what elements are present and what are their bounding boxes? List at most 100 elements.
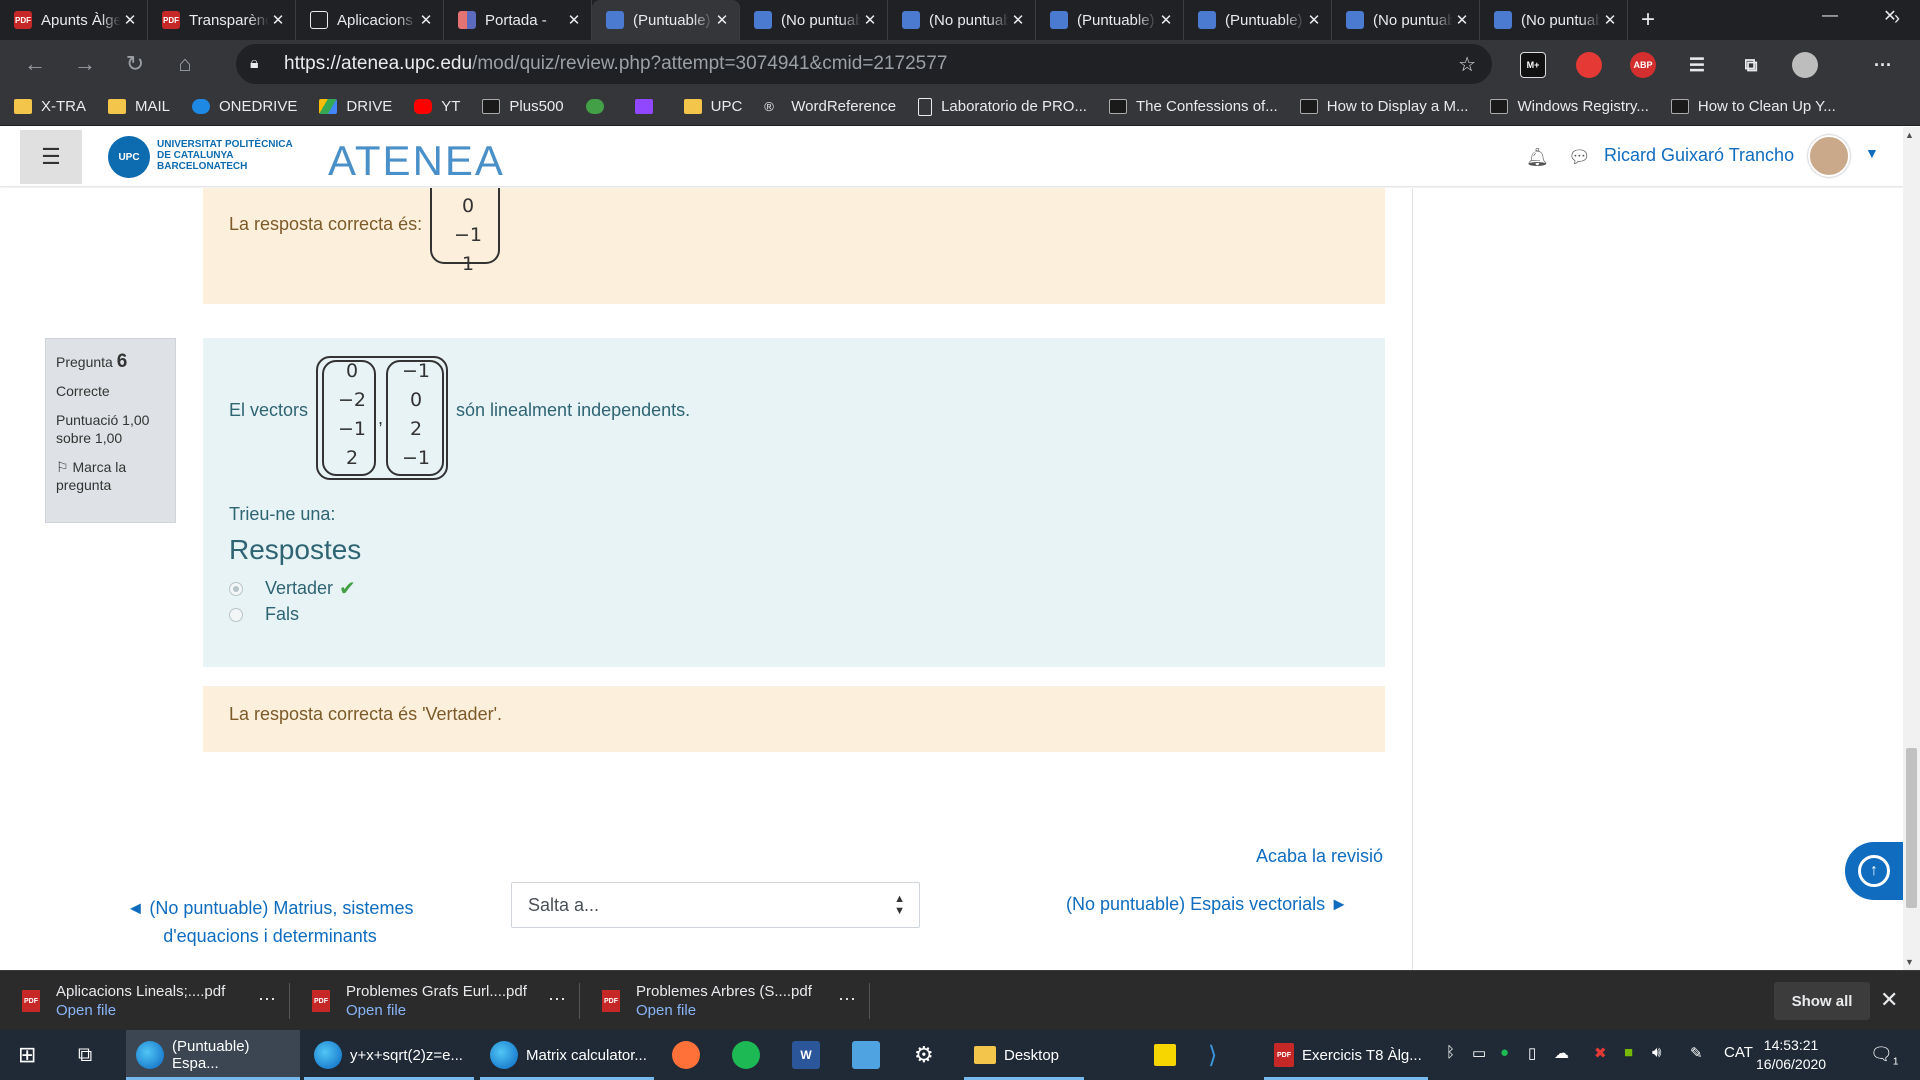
- open-file-link[interactable]: Open file: [56, 1002, 225, 1019]
- tab-close-icon[interactable]: ✕: [269, 11, 287, 29]
- alert-icon[interactable]: ✖: [1594, 1044, 1607, 1062]
- reload-button[interactable]: ↻: [110, 40, 160, 88]
- bluetooth-icon[interactable]: ᛒ: [1446, 1044, 1455, 1061]
- tab-close-icon[interactable]: ✕: [713, 11, 731, 29]
- browser-tab[interactable]: (Puntuable) ✕: [592, 0, 740, 40]
- browser-tab[interactable]: (Puntuable) ✕: [1184, 0, 1332, 40]
- bookmark-item[interactable]: Windows Registry...: [1490, 98, 1649, 115]
- spotify-icon[interactable]: [732, 1030, 768, 1080]
- bookmark-item[interactable]: DRIVE: [319, 98, 392, 115]
- scroll-up-arrow-icon[interactable]: ▲: [1905, 130, 1914, 140]
- next-activity-link[interactable]: (No puntuable) Espais vectorials ►: [1066, 894, 1348, 915]
- answer-radio-selected[interactable]: [229, 581, 243, 596]
- onedrive-icon[interactable]: ☁: [1554, 1044, 1569, 1062]
- taskbar-app-edge[interactable]: (Puntuable) Espa...: [126, 1030, 300, 1080]
- jump-to-select[interactable]: Salta a... ▲ ▼: [511, 882, 920, 928]
- open-file-link[interactable]: Open file: [346, 1002, 527, 1019]
- tab-close-icon[interactable]: ✕: [861, 11, 879, 29]
- language-indicator[interactable]: CAT: [1724, 1044, 1753, 1061]
- sticky-notes-icon[interactable]: [1154, 1030, 1184, 1080]
- bookmark-item[interactable]: The Confessions of...: [1108, 98, 1278, 115]
- reading-list-icon[interactable]: ☰: [1684, 52, 1710, 78]
- user-menu-caret-icon[interactable]: ▼: [1865, 145, 1879, 161]
- bookmark-item[interactable]: UPC: [683, 98, 742, 115]
- download-item[interactable]: PDF Aplicacions Lineals;....pdf Open file…: [0, 971, 290, 1031]
- adblock-plus-icon[interactable]: ABP: [1630, 52, 1656, 78]
- settings-more-icon[interactable]: ···: [1870, 52, 1896, 78]
- browser-tab[interactable]: (No puntuable)✕: [740, 0, 888, 40]
- bookmark-star-icon[interactable]: ☆: [1458, 52, 1476, 77]
- bookmark-item[interactable]: [634, 99, 662, 114]
- bookmark-item[interactable]: Plus500: [482, 98, 564, 115]
- messages-icon[interactable]: 💬︎: [1568, 147, 1591, 168]
- tab-close-icon[interactable]: ✕: [1305, 11, 1323, 29]
- pen-icon[interactable]: ✎: [1690, 1044, 1703, 1062]
- bookmark-item[interactable]: How to Display a M...: [1299, 98, 1468, 115]
- download-item[interactable]: PDF Problemes Arbres (S....pdf Open file …: [580, 971, 870, 1031]
- browser-tab[interactable]: PDF Transparències✕: [148, 0, 296, 40]
- bookmarks-overflow-icon[interactable]: ›: [1894, 8, 1900, 29]
- answer-option[interactable]: Vertader ✔: [229, 576, 356, 601]
- scrollbar-thumb[interactable]: [1906, 748, 1917, 908]
- bookmark-item[interactable]: Laboratorio de PRO...: [918, 97, 1087, 116]
- bookmark-item[interactable]: MAIL: [108, 98, 170, 115]
- settings-gear-icon[interactable]: ⚙: [914, 1030, 934, 1080]
- answer-option[interactable]: Fals: [229, 604, 299, 625]
- word-icon[interactable]: W: [792, 1030, 828, 1080]
- bookmark-item[interactable]: ® WordReference: [764, 98, 896, 115]
- volume-icon[interactable]: 🔊︎: [1652, 1044, 1661, 1061]
- minimize-button[interactable]: —: [1800, 0, 1860, 32]
- bookmark-item[interactable]: X-TRA: [14, 98, 86, 115]
- home-button[interactable]: ⌂: [160, 40, 210, 88]
- upc-logo[interactable]: UPC: [108, 136, 150, 178]
- nvidia-icon[interactable]: ■: [1624, 1044, 1633, 1061]
- firefox-icon[interactable]: [672, 1030, 708, 1080]
- browser-tab[interactable]: (No puntuable)✕: [1332, 0, 1480, 40]
- profile-icon[interactable]: [1792, 52, 1818, 78]
- control-panel-icon[interactable]: [852, 1030, 888, 1080]
- download-options-icon[interactable]: ⋯: [838, 989, 856, 1010]
- notifications-bell-icon[interactable]: 🔔︎: [1526, 147, 1549, 168]
- tab-close-icon[interactable]: ✕: [121, 11, 139, 29]
- browser-tab[interactable]: Aplicacions ✕: [296, 0, 444, 40]
- forward-button[interactable]: →: [60, 40, 110, 88]
- tab-close-icon[interactable]: ✕: [565, 11, 583, 29]
- back-to-top-button[interactable]: ↑: [1845, 842, 1903, 900]
- spotify-tray-icon[interactable]: ●: [1500, 1044, 1509, 1061]
- extension-mplus-icon[interactable]: M+: [1520, 52, 1546, 78]
- vscode-icon[interactable]: ⟩: [1208, 1030, 1217, 1080]
- download-options-icon[interactable]: ⋯: [548, 989, 566, 1010]
- menu-toggle-button[interactable]: ☰: [20, 130, 82, 184]
- finish-review-link[interactable]: Acaba la revisió: [1256, 846, 1383, 867]
- new-tab-button[interactable]: +: [1628, 0, 1668, 40]
- collections-icon[interactable]: ⧉: [1738, 52, 1764, 78]
- browser-tab[interactable]: (No puntuable)✕: [888, 0, 1036, 40]
- tab-close-icon[interactable]: ✕: [1157, 11, 1175, 29]
- taskbar-app-explorer[interactable]: Desktop: [964, 1030, 1084, 1080]
- bookmark-item[interactable]: YT: [414, 98, 460, 115]
- browser-tab[interactable]: (Puntuable) ✕: [1036, 0, 1184, 40]
- tab-close-icon[interactable]: ✕: [1009, 11, 1027, 29]
- download-options-icon[interactable]: ⋯: [258, 989, 276, 1010]
- previous-activity-link[interactable]: ◄ (No puntuable) Matrius, sistemes d'equ…: [120, 894, 420, 950]
- answer-radio[interactable]: [229, 607, 243, 622]
- browser-tab[interactable]: Portada - ✕: [444, 0, 592, 40]
- browser-tab[interactable]: PDF Apunts Àlgebra✕: [0, 0, 148, 40]
- avatar[interactable]: [1808, 135, 1850, 177]
- network-icon[interactable]: ▭: [1472, 1044, 1486, 1062]
- bookmark-item[interactable]: ONEDRIVE: [192, 98, 297, 115]
- flag-question-link[interactable]: ⚐ Marca la pregunta: [56, 458, 165, 494]
- address-bar[interactable]: 🔒︎ https://atenea.upc.edu/mod/quiz/revie…: [236, 44, 1492, 84]
- scroll-down-arrow-icon[interactable]: ▼: [1905, 957, 1914, 967]
- close-downloads-icon[interactable]: ✕: [1880, 987, 1898, 1013]
- atenea-logo[interactable]: ATENEA: [328, 137, 505, 185]
- task-view-icon[interactable]: ⧉: [78, 1030, 92, 1080]
- windows-start-icon[interactable]: ⊞: [18, 1030, 36, 1080]
- back-button[interactable]: ←: [10, 40, 60, 88]
- download-item[interactable]: PDF Problemes Grafs Eurl....pdf Open file…: [290, 971, 580, 1031]
- taskbar-app-edge[interactable]: y+x+sqrt(2)z=e...: [304, 1030, 474, 1080]
- extension-stop-icon[interactable]: [1576, 52, 1602, 78]
- bookmark-item[interactable]: How to Clean Up Y...: [1670, 98, 1836, 115]
- tab-close-icon[interactable]: ✕: [1601, 11, 1619, 29]
- close-window-button[interactable]: ✕: [1860, 0, 1920, 32]
